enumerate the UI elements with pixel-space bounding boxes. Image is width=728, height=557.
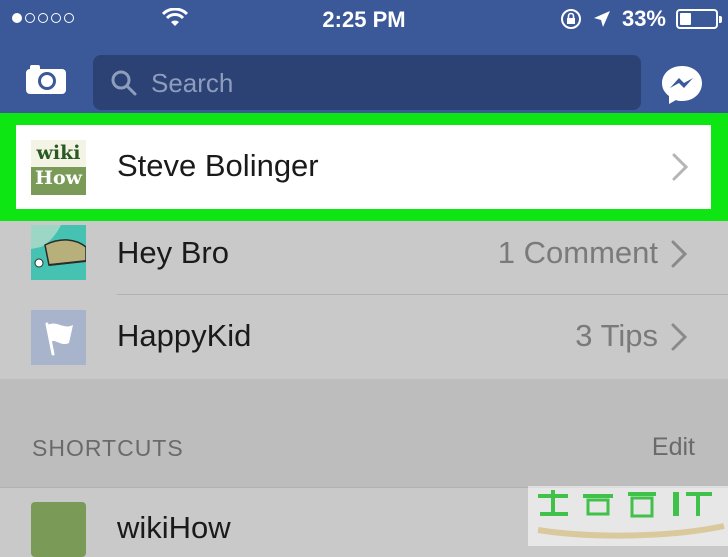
section-separator bbox=[0, 379, 728, 487]
location-arrow-icon bbox=[593, 11, 610, 27]
flag-icon bbox=[31, 310, 86, 365]
edit-button[interactable]: Edit bbox=[652, 433, 695, 462]
watermark-logo bbox=[528, 486, 728, 546]
avatar bbox=[31, 502, 86, 557]
cartoon-avatar-icon bbox=[31, 225, 86, 280]
chevron-right-icon bbox=[671, 240, 688, 268]
section-header-shortcuts: SHORTCUTS bbox=[32, 435, 184, 461]
favorite-meta: 3 Tips bbox=[575, 318, 658, 353]
avatar: wiki How bbox=[31, 140, 86, 195]
favorite-row-steve[interactable]: wiki How Steve Bolinger bbox=[16, 125, 711, 209]
favorite-name: Hey Bro bbox=[117, 235, 229, 270]
favorite-meta: 1 Comment bbox=[497, 235, 658, 270]
avatar bbox=[31, 225, 86, 280]
favorite-name: HappyKid bbox=[117, 318, 252, 353]
battery-icon bbox=[676, 9, 722, 29]
rotation-lock-icon bbox=[560, 9, 581, 29]
search-input[interactable] bbox=[149, 55, 623, 112]
avatar-text-how: How bbox=[35, 167, 82, 189]
messenger-icon[interactable] bbox=[660, 64, 704, 106]
chevron-right-icon bbox=[672, 153, 689, 181]
battery-percent: 33% bbox=[621, 6, 666, 31]
favorite-name: Steve Bolinger bbox=[117, 148, 319, 183]
favorite-row-hey-bro[interactable]: Hey Bro 1 Comment bbox=[0, 221, 728, 295]
search-icon bbox=[111, 70, 137, 96]
shortcut-name: wikiHow bbox=[117, 510, 231, 545]
status-bar: 2:25 PM 33% bbox=[0, 0, 728, 40]
nav-bar bbox=[0, 40, 728, 113]
avatar-text-wiki: wiki bbox=[36, 142, 81, 164]
search-bar[interactable] bbox=[93, 55, 641, 112]
camera-icon[interactable] bbox=[24, 62, 68, 96]
favorite-row-happykid[interactable]: HappyKid 3 Tips bbox=[0, 295, 728, 379]
highlight-box: wiki How Steve Bolinger bbox=[0, 113, 728, 221]
chevron-right-icon bbox=[671, 323, 688, 351]
avatar bbox=[31, 310, 86, 365]
